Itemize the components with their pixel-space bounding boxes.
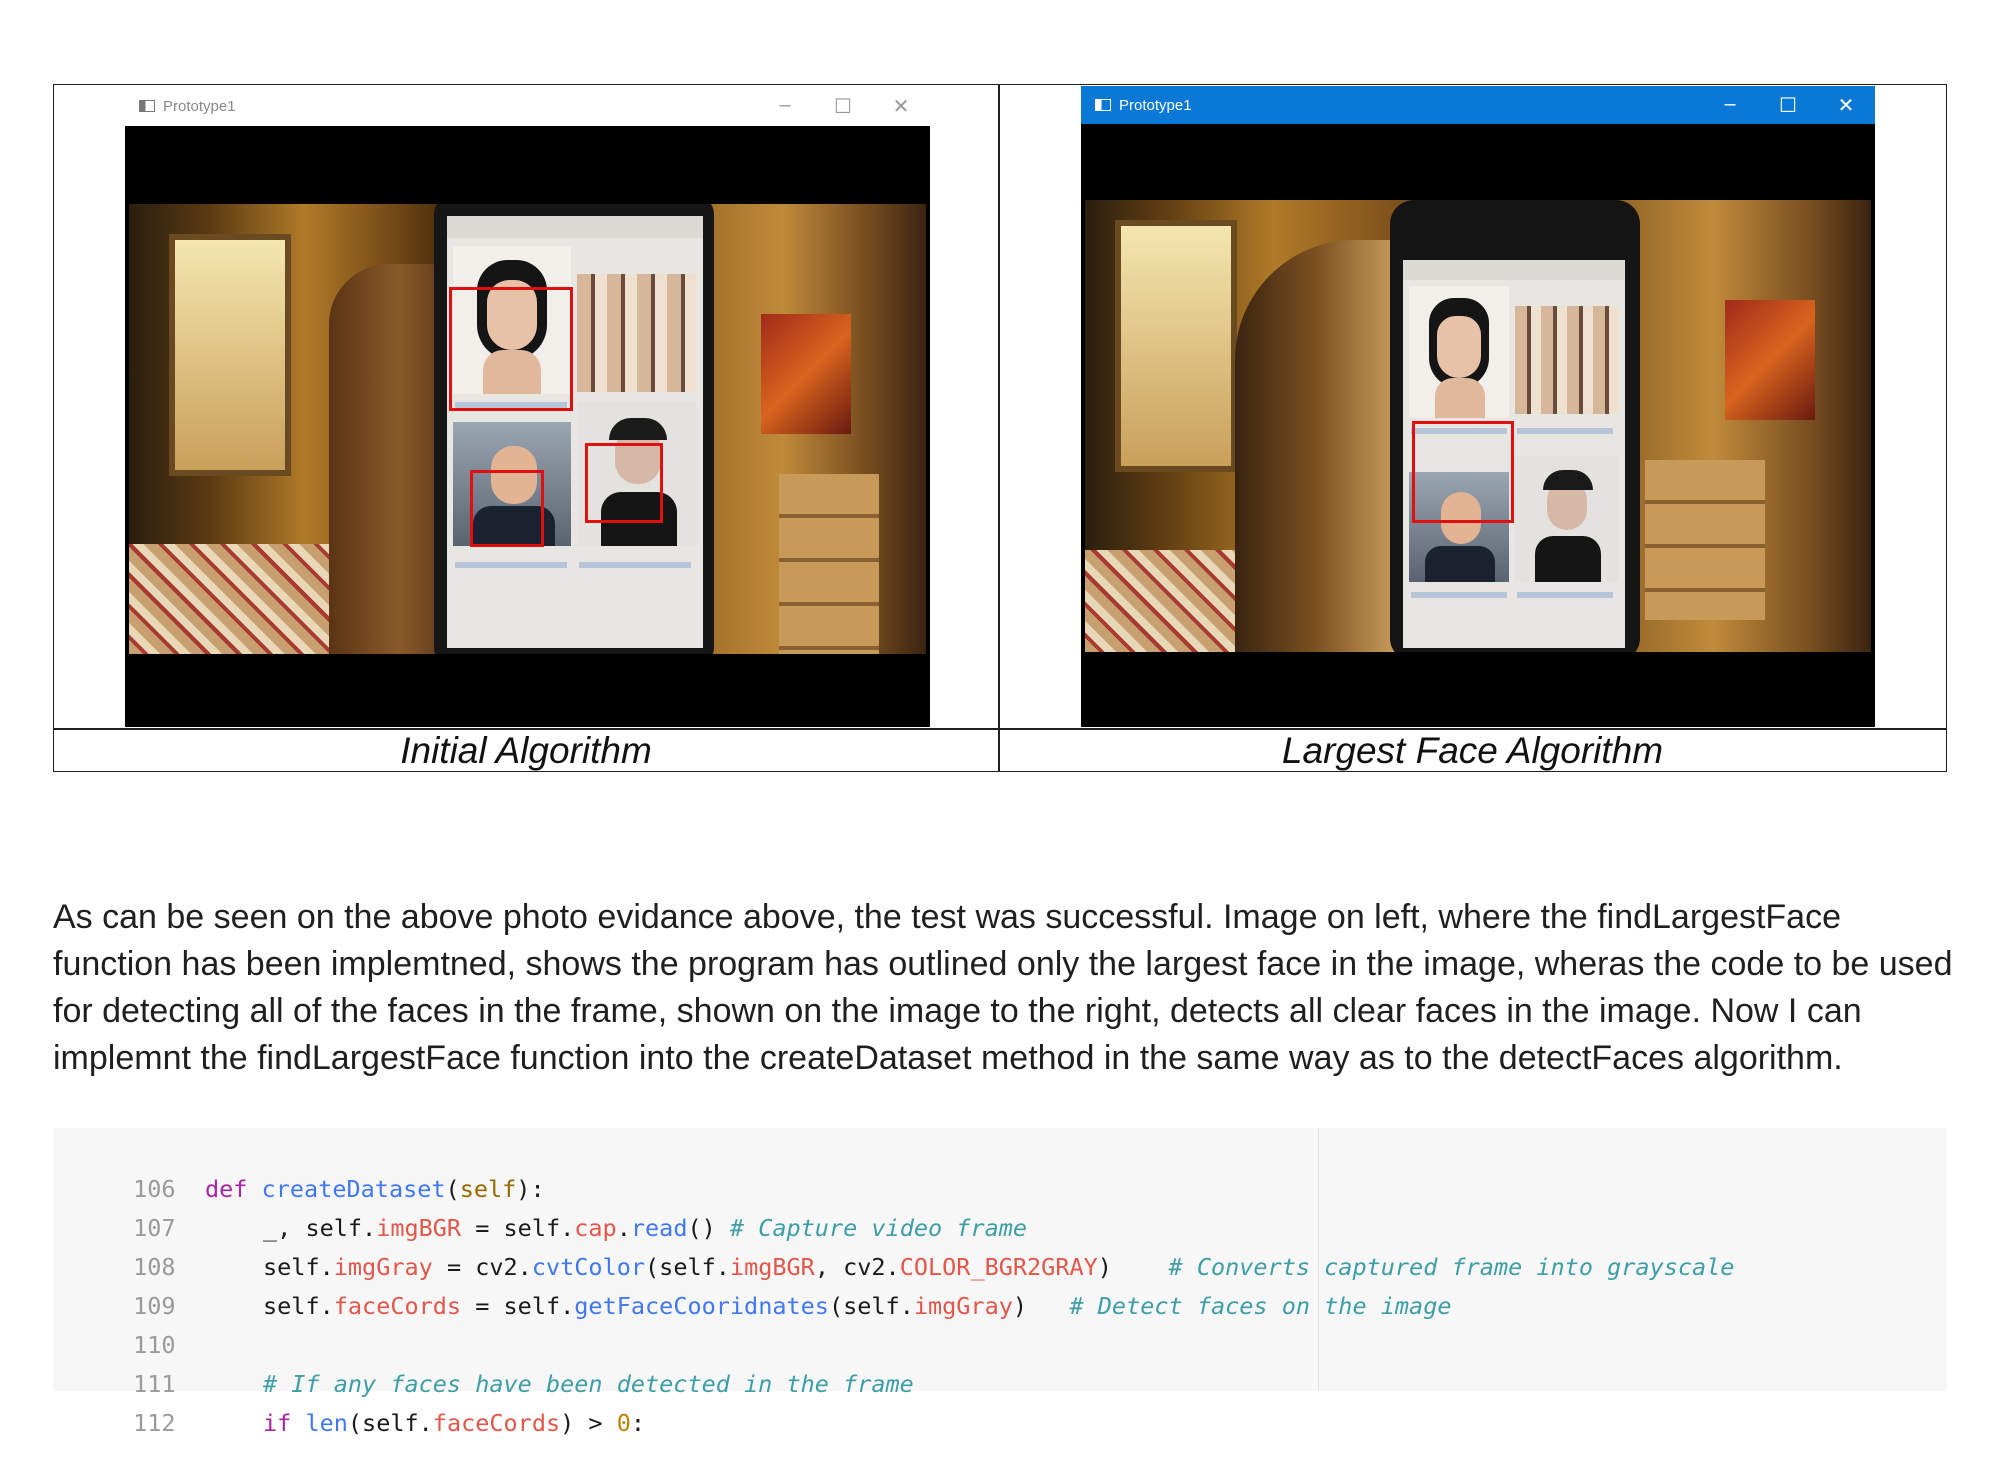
code-text: . xyxy=(616,1214,631,1242)
code-text: _, self. xyxy=(263,1214,377,1242)
code-text: = cv2. xyxy=(432,1253,532,1281)
code-text: (self. xyxy=(347,1409,433,1437)
close-icon[interactable]: ✕ xyxy=(872,94,930,119)
code-line: 110 xyxy=(53,1287,175,1359)
code-attribute: imgBGR xyxy=(376,1214,462,1242)
code-line: 108 self.imgGray = cv2.cvtColor(self.imgB… xyxy=(53,1209,1734,1281)
caption-left: Initial Algorithm xyxy=(400,730,652,771)
code-number: 0 xyxy=(616,1409,631,1437)
code-block: 106 def createDataset(self): 107 _, self.i… xyxy=(53,1128,1947,1437)
code-function: len xyxy=(305,1409,348,1437)
code-line: 111 # If any faces have been detected in … xyxy=(53,1326,914,1398)
code-text: self. xyxy=(263,1253,334,1281)
window-title: Prototype1 xyxy=(1119,96,1192,114)
code-keyword: def xyxy=(205,1175,248,1203)
window-title: Prototype1 xyxy=(163,97,236,115)
drawers xyxy=(1645,460,1765,620)
code-text: (self. xyxy=(828,1292,914,1320)
room-window xyxy=(169,234,291,476)
camera-frame xyxy=(1085,200,1871,652)
code-comment: # Detect faces on the image xyxy=(1069,1292,1452,1320)
phone-screen xyxy=(447,216,703,648)
maximize-icon[interactable]: ☐ xyxy=(1759,93,1817,118)
code-text: , cv2. xyxy=(814,1253,900,1281)
code-attribute: faceCords xyxy=(432,1409,561,1437)
camera-frame xyxy=(129,204,926,654)
body-paragraph: As can be seen on the above photo evidan… xyxy=(53,898,1953,1077)
face-detection-box xyxy=(449,287,573,411)
code-attribute: imgGray xyxy=(333,1253,433,1281)
maximize-icon[interactable]: ☐ xyxy=(814,94,872,119)
minimize-icon[interactable]: – xyxy=(756,94,814,119)
face-detection-box xyxy=(470,470,544,547)
code-attribute: cap xyxy=(574,1214,617,1242)
code-keyword: if xyxy=(263,1409,292,1437)
code-text: = self. xyxy=(461,1214,575,1242)
image-tile xyxy=(577,274,697,392)
window-titlebar: Prototype1 – ☐ ✕ xyxy=(125,86,930,126)
table-divider xyxy=(998,85,1000,771)
code-text: ): xyxy=(516,1175,545,1203)
right-screenshot-window: Prototype1 – ☐ ✕ xyxy=(1081,86,1875,727)
code-attribute: faceCords xyxy=(333,1292,462,1320)
code-text: self. xyxy=(263,1292,334,1320)
code-text: = self. xyxy=(461,1292,575,1320)
image-tile xyxy=(1515,456,1619,582)
code-text: ) xyxy=(1012,1292,1070,1320)
minimize-icon[interactable]: – xyxy=(1701,93,1759,118)
left-screenshot-window: Prototype1 – ☐ ✕ xyxy=(125,86,930,727)
window-titlebar: Prototype1 – ☐ ✕ xyxy=(1081,86,1875,124)
image-tile xyxy=(1515,306,1619,414)
code-comment: # Converts captured frame into grayscale xyxy=(1168,1253,1735,1281)
caption-right: Largest Face Algorithm xyxy=(1281,730,1664,771)
code-text: ) xyxy=(1097,1253,1169,1281)
code-attribute: COLOR_BGR2GRAY xyxy=(899,1253,1098,1281)
room-window xyxy=(1115,220,1237,472)
code-text: (self. xyxy=(645,1253,730,1281)
code-comment: # Capture video frame xyxy=(729,1214,1028,1242)
face-detection-box xyxy=(585,443,663,523)
app-window-icon xyxy=(1095,99,1111,111)
app-window-icon xyxy=(139,100,155,112)
face-detection-box xyxy=(1412,421,1514,523)
code-function: read xyxy=(630,1214,688,1242)
code-text: ( xyxy=(445,1175,460,1203)
code-self: self xyxy=(459,1175,517,1203)
code-attribute: imgBGR xyxy=(729,1253,815,1281)
phone-status-bar xyxy=(1403,260,1625,280)
close-icon[interactable]: ✕ xyxy=(1817,93,1875,118)
code-function: cvtColor xyxy=(531,1253,646,1281)
code-line: 109 self.faceCords = self.getFaceCooridna… xyxy=(53,1248,1451,1320)
code-attribute: imgGray xyxy=(913,1292,1013,1320)
code-line: 107 _, self.imgBGR = self.cap.read() # Ca… xyxy=(53,1170,1027,1242)
code-comment: # If any faces have been detected in the… xyxy=(263,1370,914,1398)
line-number: 112 xyxy=(133,1409,176,1437)
phone-status-bar xyxy=(447,216,703,238)
code-text: ) > xyxy=(560,1409,617,1437)
drawers xyxy=(779,474,879,654)
code-text: : xyxy=(630,1409,646,1437)
code-line: 112 if len(self.faceCords) > 0: xyxy=(53,1365,645,1437)
code-line: 106 def createDataset(self): xyxy=(53,1131,544,1203)
poster xyxy=(1725,300,1815,420)
code-function: createDataset xyxy=(261,1175,446,1203)
code-function: getFaceCooridnates xyxy=(574,1292,829,1320)
code-text: () xyxy=(687,1214,730,1242)
poster xyxy=(761,314,851,434)
image-tile xyxy=(1409,286,1509,418)
